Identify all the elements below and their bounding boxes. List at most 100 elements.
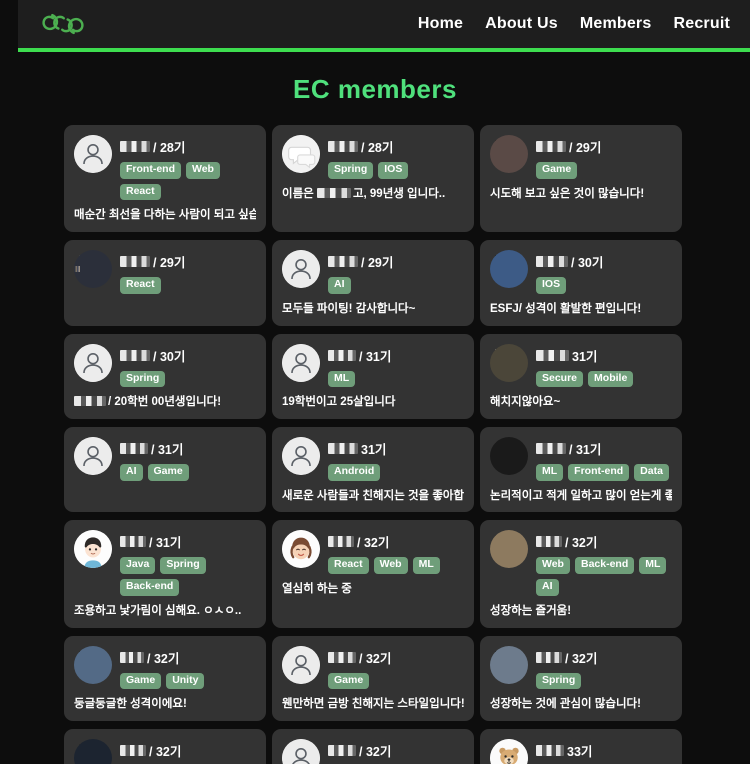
member-name-line: / 30기 — [536, 252, 672, 271]
member-name-line: / 29기 — [536, 137, 672, 156]
member-tag[interactable]: Android — [328, 464, 381, 481]
redacted-name — [120, 536, 146, 548]
member-name-line: / 32기 — [328, 741, 464, 760]
redacted-name — [120, 349, 150, 361]
avatar-photo-redacted — [74, 250, 112, 289]
avatar-person-icon — [74, 343, 112, 382]
member-card[interactable]: / 31기 AI Game — [64, 427, 266, 513]
member-name-line: / 28기 — [328, 137, 464, 156]
member-tag[interactable]: Front-end — [120, 162, 181, 179]
main-nav: Home About Us Members Recruit — [418, 15, 730, 33]
member-card[interactable]: / 28기 Spring IOS 이름은 고, 99년생 입니다.. — [272, 125, 474, 233]
member-info: 31기 Android — [328, 437, 464, 481]
redacted-name — [316, 187, 351, 198]
member-name-line: 31기 — [536, 346, 672, 365]
avatar-photo-redacted — [490, 250, 528, 289]
member-card[interactable]: / 31기 Java Spring Back-end 조용하고 낯가림이 심해요. ㅇㅅ… — [64, 520, 266, 628]
member-tag[interactable]: AI — [536, 579, 559, 596]
member-card[interactable]: / 30기 Spring / 20학번 00년생입니다! — [64, 333, 266, 419]
avatar-illustration-boy — [74, 530, 112, 569]
member-card[interactable]: / 28기 Front-end Web React 매순간 최선을 다하는 사람이 되고… — [64, 125, 266, 233]
member-card[interactable]: / 32기 Game 웬만하면 금방 친해지는 스타일입니다! — [272, 635, 474, 721]
member-card-header: 31기 Secure Mobile — [490, 343, 672, 388]
member-tag[interactable]: Spring — [536, 672, 582, 690]
member-tag[interactable]: Game — [147, 464, 189, 481]
redacted-name — [120, 256, 150, 268]
member-tag[interactable]: Secure — [536, 370, 584, 388]
member-tag[interactable]: Spring — [328, 162, 374, 179]
member-generation: / 29기 — [153, 256, 186, 271]
member-card[interactable]: 31기 Secure Mobile 해치지않아요~ — [480, 333, 682, 419]
member-tag[interactable]: ML — [328, 370, 356, 388]
member-card[interactable]: / 29기 Game 시도해 보고 싶은 것이 많습니다! — [480, 125, 682, 233]
member-tag[interactable]: Data — [634, 464, 669, 481]
member-tag[interactable]: React — [120, 277, 161, 294]
member-tag[interactable]: Back-end — [120, 579, 180, 596]
member-card[interactable]: 31기 Android 새로운 사람들과 친해지는 것을 좋아합니다! — [272, 427, 474, 513]
member-bio: 매순간 최선을 다하는 사람이 되고 싶습니다! — [74, 209, 256, 222]
member-tag[interactable]: ML — [639, 557, 667, 575]
member-tag[interactable]: Front-end — [568, 464, 630, 481]
member-card[interactable]: / 32기 Spring 성장하는 것에 관심이 많습니다! — [480, 635, 682, 721]
member-card[interactable]: / 32기MobileIOS반갑습니당! 동아리 활동 열심히 할게요~~ — [64, 729, 266, 764]
member-tag[interactable]: Web — [373, 557, 408, 575]
member-tag[interactable]: Spring — [120, 370, 166, 388]
member-card[interactable]: / 32기Back-endSpringJavaEC 화이팅! — [272, 729, 474, 764]
member-tag[interactable]: IOS — [378, 162, 409, 179]
member-tag[interactable]: React — [328, 557, 369, 575]
member-name-line: / 31기 — [120, 439, 256, 458]
member-name-line: / 29기 — [120, 252, 256, 271]
member-generation: / 32기 — [565, 536, 598, 551]
member-tag[interactable]: Mobile — [588, 370, 634, 388]
member-name-line: / 31기 — [536, 439, 672, 458]
member-tag[interactable]: Game — [120, 672, 162, 690]
member-tag[interactable]: AI — [120, 464, 143, 481]
member-tag[interactable]: Spring — [160, 557, 206, 575]
avatar-person-icon — [282, 343, 320, 382]
member-tag[interactable]: Java — [120, 557, 156, 575]
member-tag[interactable]: React — [120, 183, 161, 201]
member-tag[interactable]: Web — [186, 162, 220, 179]
nav-item-recruit[interactable]: Recruit — [673, 15, 730, 33]
member-card-header: / 32기 Game Unity — [74, 645, 256, 690]
member-card-header: / 32기 Spring — [490, 645, 672, 690]
member-card[interactable]: / 32기 Web Back-end ML AI 성장하는 즐거움! — [480, 520, 682, 628]
member-tag[interactable]: Web — [536, 557, 570, 575]
member-generation: / 31기 — [149, 536, 182, 551]
nav-item-members[interactable]: Members — [580, 15, 652, 33]
member-card[interactable]: 33기React신뢰받는 개발자가 되고싶습니다! — [480, 729, 682, 764]
page-title: EC members — [293, 74, 457, 104]
member-card-header: 31기 Android — [282, 437, 464, 481]
member-bio: / 20학번 00년생입니다! — [74, 395, 256, 410]
member-tag[interactable]: ML — [412, 557, 440, 575]
member-tag-list: React — [120, 277, 256, 294]
member-card[interactable]: / 32기 Game Unity 둥글둥글한 성격이에요! — [64, 635, 266, 721]
nav-item-home[interactable]: Home — [418, 15, 463, 33]
member-tag[interactable]: IOS — [536, 277, 567, 294]
member-info: / 28기 Spring IOS — [328, 135, 464, 179]
member-card[interactable]: / 31기 ML 19학번이고 25살입니다 — [272, 333, 474, 419]
member-card[interactable]: / 32기 React Web ML 열심히 하는 중 — [272, 520, 474, 628]
member-card[interactable]: / 29기 AI 모두들 파이팅! 감사합니다~ — [272, 240, 474, 326]
member-info: / 32기 Web Back-end ML AI — [536, 530, 672, 596]
member-tag[interactable]: ML — [536, 464, 564, 481]
member-tag[interactable]: Game — [536, 162, 578, 179]
member-card[interactable]: / 31기 ML Front-end Data 논리적이고 적게 일하고 많이 얻는게 … — [480, 427, 682, 513]
member-bio: 새로운 사람들과 친해지는 것을 좋아합니다! — [282, 489, 464, 502]
nav-item-about-us[interactable]: About Us — [485, 15, 558, 33]
member-tag[interactable]: Game — [328, 672, 370, 690]
logo[interactable] — [40, 7, 86, 41]
member-generation: / 32기 — [147, 651, 180, 666]
member-tag[interactable]: Unity — [166, 672, 205, 690]
member-card[interactable]: / 30기 IOS ESFJ/ 성격이 활발한 편입니다! — [480, 240, 682, 326]
member-info: / 32기 Game Unity — [120, 646, 256, 690]
member-tag-list: AI Game — [120, 464, 256, 481]
member-tag[interactable]: AI — [328, 277, 351, 294]
member-bio: ESFJ/ 성격이 활발한 편입니다! — [490, 302, 642, 315]
avatar-person-icon — [282, 739, 320, 764]
member-tag[interactable]: Back-end — [574, 557, 635, 575]
member-name-line: / 29기 — [328, 252, 464, 271]
member-card[interactable]: / 29기 React — [64, 240, 266, 326]
member-info: / 29기 Game — [536, 135, 672, 179]
member-info: / 32기 Game — [328, 646, 464, 690]
